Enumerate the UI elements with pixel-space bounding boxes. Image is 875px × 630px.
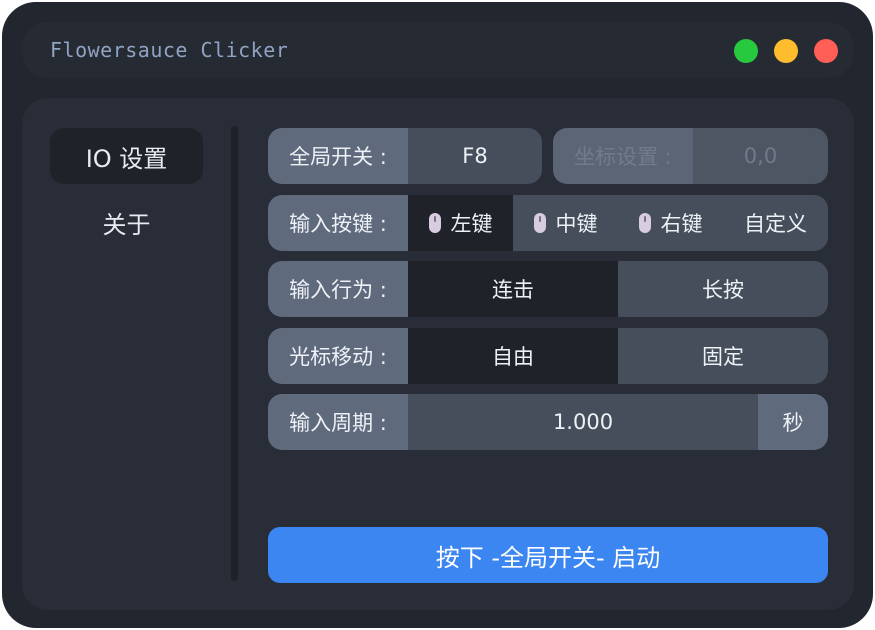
- maximize-button[interactable]: [774, 39, 798, 63]
- coord-label: 坐标设置 :: [553, 128, 693, 184]
- sidebar-item-io-settings[interactable]: IO 设置: [50, 128, 203, 184]
- title-bar[interactable]: Flowersauce Clicker: [22, 22, 854, 78]
- left-key-label: 左键: [450, 212, 493, 236]
- input-behavior-row: 输入行为 : 连击 长按: [268, 261, 828, 317]
- input-behavior-label: 输入行为 :: [268, 261, 408, 317]
- middle-key-label: 中键: [555, 212, 598, 236]
- coord-row: 坐标设置 : 0,0: [553, 128, 828, 184]
- sidebar-item-about[interactable]: 关于: [50, 194, 203, 250]
- period-input[interactable]: 1.000: [408, 394, 758, 450]
- start-button[interactable]: 按下 -全局开关- 启动: [268, 527, 828, 583]
- input-key-row: 输入按键 : 左键 中键 右键 自定义: [268, 195, 828, 251]
- hold-option[interactable]: 长按: [618, 261, 828, 317]
- fixed-option[interactable]: 固定: [618, 328, 828, 384]
- global-switch-key-field[interactable]: F8: [408, 128, 542, 184]
- left-key-option[interactable]: 左键: [408, 195, 513, 251]
- input-key-label: 输入按键 :: [268, 195, 408, 251]
- custom-key-option[interactable]: 自定义: [723, 195, 828, 251]
- right-key-option[interactable]: 右键: [618, 195, 723, 251]
- cursor-move-label: 光标移动 :: [268, 328, 408, 384]
- right-key-label: 右键: [660, 212, 703, 236]
- input-period-row: 输入周期 : 1.000 秒: [268, 394, 828, 450]
- click-option[interactable]: 连击: [408, 261, 618, 317]
- minimize-button[interactable]: [734, 39, 758, 63]
- free-option[interactable]: 自由: [408, 328, 618, 384]
- app-window: Flowersauce Clicker IO 设置 关于 全局开关 : F8 坐…: [2, 2, 873, 628]
- mouse-icon: [533, 213, 546, 233]
- close-button[interactable]: [814, 39, 838, 63]
- main-panel: IO 设置 关于 全局开关 : F8 坐标设置 : 0,0 输入按键 : 左键 …: [22, 98, 854, 610]
- mouse-icon: [638, 213, 651, 233]
- global-switch-label: 全局开关 :: [268, 128, 408, 184]
- app-title: Flowersauce Clicker: [50, 38, 289, 62]
- sidebar-divider: [231, 126, 238, 581]
- cursor-move-row: 光标移动 : 自由 固定: [268, 328, 828, 384]
- input-period-label: 输入周期 :: [268, 394, 408, 450]
- global-switch-row: 全局开关 : F8: [268, 128, 542, 184]
- period-unit: 秒: [758, 394, 828, 450]
- mouse-icon: [428, 213, 441, 233]
- middle-key-option[interactable]: 中键: [513, 195, 618, 251]
- coord-field[interactable]: 0,0: [693, 128, 828, 184]
